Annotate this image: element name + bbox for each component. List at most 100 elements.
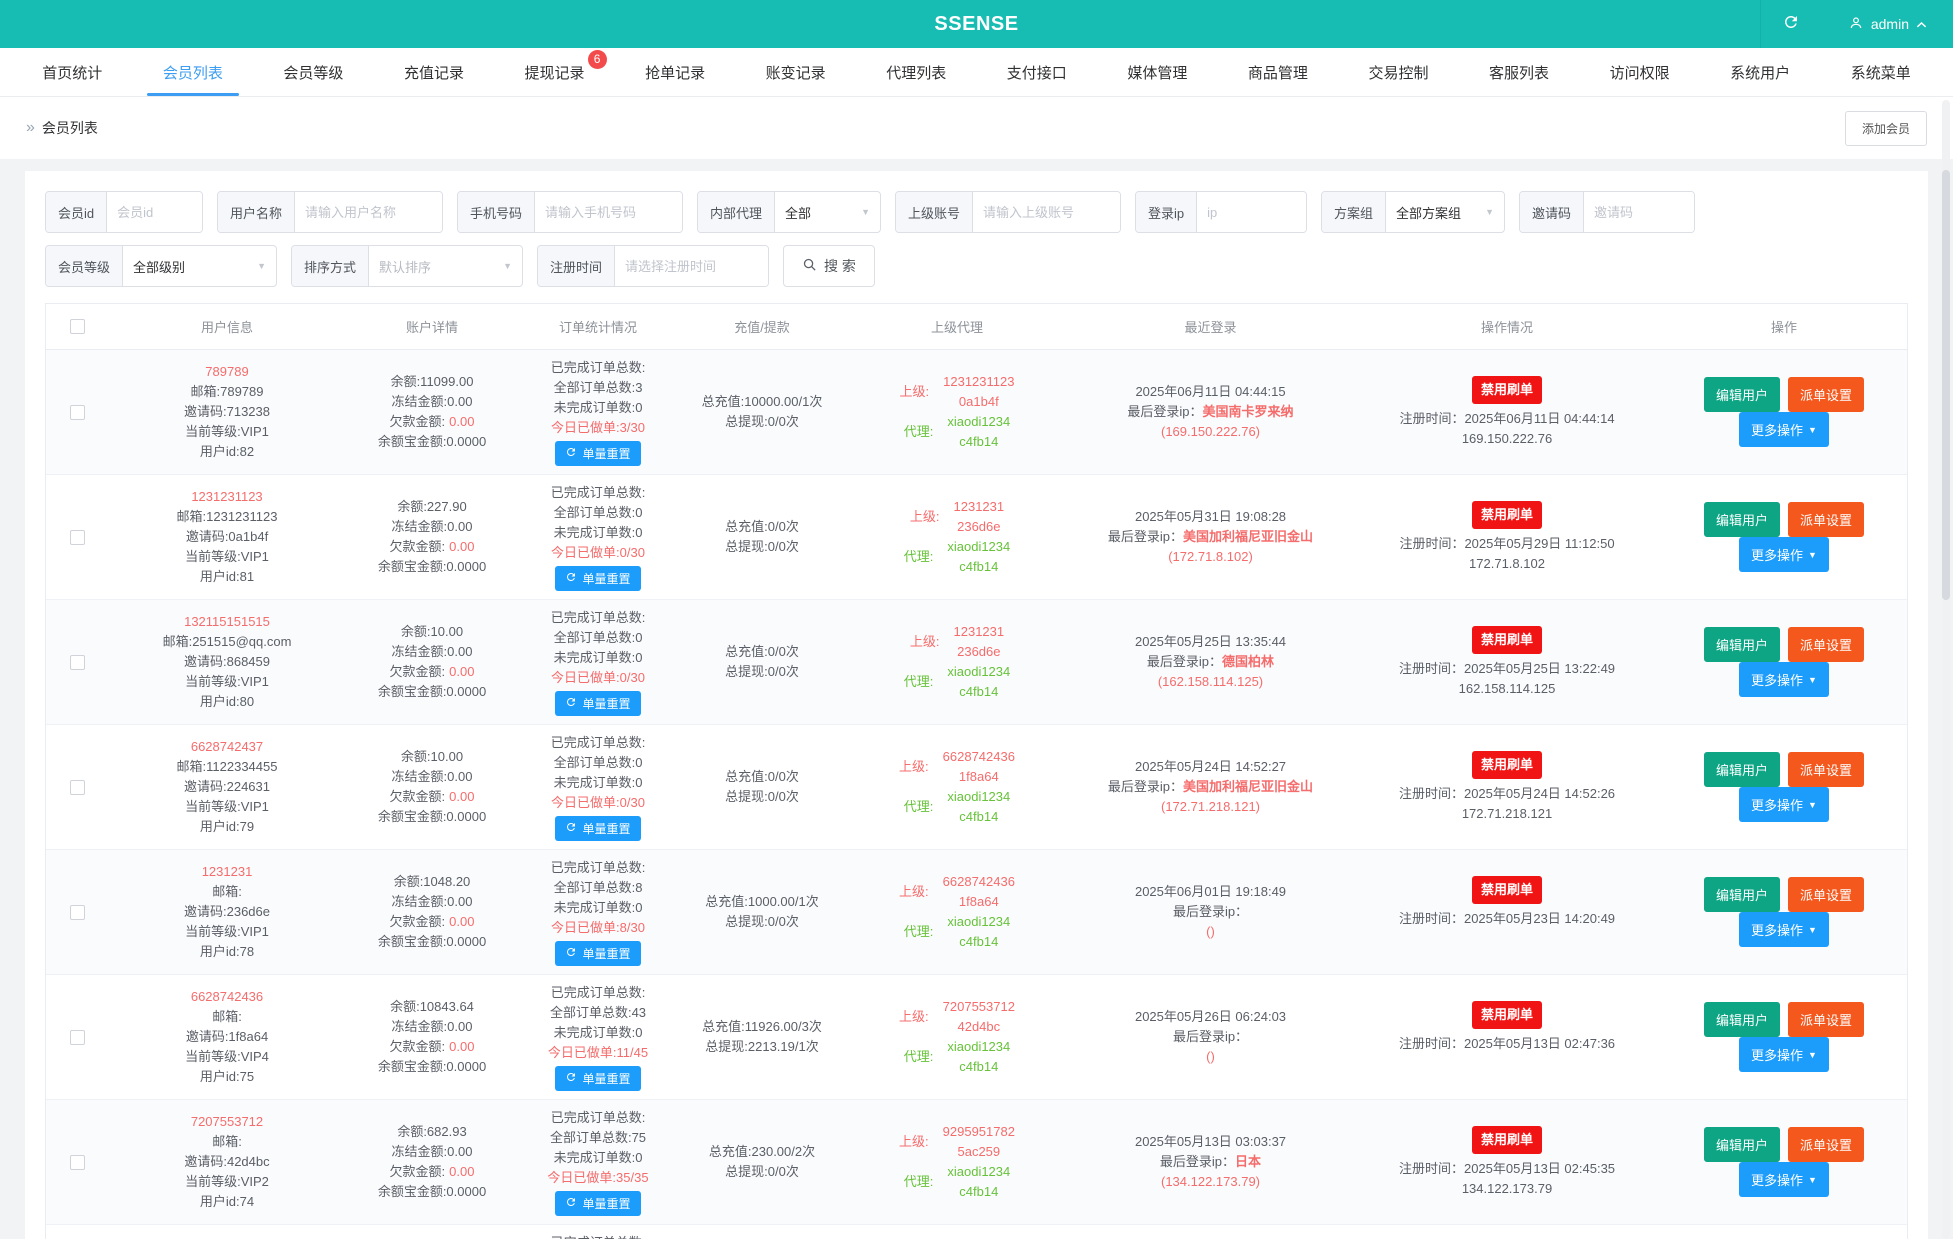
scrollbar[interactable] bbox=[1942, 100, 1950, 1239]
nav-tab-5[interactable]: 抢单记录 bbox=[615, 48, 736, 96]
add-member-button[interactable]: 添加会员 bbox=[1845, 111, 1927, 146]
dispatch-settings-button[interactable]: 派单设置 bbox=[1788, 752, 1864, 787]
nav-tab-3[interactable]: 充值记录 bbox=[374, 48, 495, 96]
edit-user-button[interactable]: 编辑用户 bbox=[1704, 627, 1780, 662]
filter-select[interactable]: 全部方案组▼ bbox=[1386, 192, 1504, 232]
user-uid: 用户id:81 bbox=[108, 567, 346, 587]
actions-cell: 编辑用户派单设置更多操作▼ bbox=[1661, 627, 1907, 697]
ban-brushing-badge[interactable]: 禁用刷单 bbox=[1472, 751, 1542, 779]
dispatch-settings-button[interactable]: 派单设置 bbox=[1788, 1002, 1864, 1037]
scrollbar-thumb[interactable] bbox=[1942, 170, 1950, 600]
user-invite: 邀请码:868459 bbox=[108, 652, 346, 672]
more-actions-button[interactable]: 更多操作▼ bbox=[1739, 787, 1829, 822]
op-status-cell: 禁用刷单注册时间：2025年05月23日 14:20:49 bbox=[1353, 876, 1661, 949]
filter-label: 会员等级 bbox=[46, 246, 123, 286]
edit-user-button[interactable]: 编辑用户 bbox=[1704, 877, 1780, 912]
filter-select[interactable]: 默认排序▼ bbox=[369, 246, 522, 286]
filter-select[interactable]: 全部▼ bbox=[775, 192, 880, 232]
nav-tab-8[interactable]: 支付接口 bbox=[977, 48, 1098, 96]
ban-brushing-badge[interactable]: 禁用刷单 bbox=[1472, 1126, 1542, 1154]
ban-brushing-badge[interactable]: 禁用刷单 bbox=[1472, 376, 1542, 404]
nav-tab-9[interactable]: 媒体管理 bbox=[1097, 48, 1218, 96]
user-menu[interactable]: admin bbox=[1822, 0, 1953, 48]
ban-brushing-badge[interactable]: 禁用刷单 bbox=[1472, 501, 1542, 529]
nav-tab-6[interactable]: 账变记录 bbox=[735, 48, 856, 96]
nav-tab-7[interactable]: 代理列表 bbox=[856, 48, 977, 96]
filter-input[interactable] bbox=[973, 192, 1120, 232]
ban-brushing-badge[interactable]: 禁用刷单 bbox=[1472, 876, 1542, 904]
reset-quota-button[interactable]: 单量重置 bbox=[555, 1191, 640, 1216]
edit-user-button[interactable]: 编辑用户 bbox=[1704, 377, 1780, 412]
nav-tab-4[interactable]: 提现记录6 bbox=[494, 48, 615, 96]
nav-tab-label-wrap: 会员等级 bbox=[283, 62, 343, 83]
nav-tab-1[interactable]: 会员列表 bbox=[133, 48, 254, 96]
nav-tab-12[interactable]: 客服列表 bbox=[1459, 48, 1580, 96]
select-all-checkbox[interactable] bbox=[70, 319, 85, 334]
more-actions-button[interactable]: 更多操作▼ bbox=[1739, 1037, 1829, 1072]
last-login-cell: 2025年05月13日 03:03:37最后登录ip：日本(134.122.17… bbox=[1068, 1132, 1353, 1192]
nav-tab-2[interactable]: 会员等级 bbox=[253, 48, 374, 96]
orders-cell: 已完成订单总数:全部订单总数:75未完成订单数:0今日已做单:35/35单量重置 bbox=[518, 1108, 678, 1216]
total-recharge: 总充值:11926.00/3次 bbox=[678, 1017, 846, 1037]
orders-total: 全部订单总数:0 bbox=[518, 503, 678, 523]
debt-line: 欠款金额:0.00 bbox=[346, 662, 518, 682]
orders-done-label: 已完成订单总数: bbox=[518, 733, 678, 753]
row-checkbox[interactable] bbox=[70, 530, 85, 545]
row-checkbox[interactable] bbox=[70, 1030, 85, 1045]
reset-quota-label: 单量重置 bbox=[582, 945, 630, 962]
notification-badge: 6 bbox=[588, 50, 607, 69]
more-actions-button[interactable]: 更多操作▼ bbox=[1739, 1162, 1829, 1197]
row-checkbox[interactable] bbox=[70, 405, 85, 420]
refresh-button[interactable] bbox=[1760, 0, 1822, 48]
more-actions-button[interactable]: 更多操作▼ bbox=[1739, 412, 1829, 447]
dispatch-settings-button[interactable]: 派单设置 bbox=[1788, 627, 1864, 662]
total-withdraw: 总提现:0/0次 bbox=[678, 412, 846, 432]
reset-quota-button[interactable]: 单量重置 bbox=[555, 816, 640, 841]
current-user-label: admin bbox=[1871, 16, 1909, 32]
orders-today: 今日已做单:11/45 bbox=[518, 1043, 678, 1063]
nav-tab-10[interactable]: 商品管理 bbox=[1218, 48, 1339, 96]
edit-user-button[interactable]: 编辑用户 bbox=[1704, 1127, 1780, 1162]
reset-quota-button[interactable]: 单量重置 bbox=[555, 566, 640, 591]
more-actions-button[interactable]: 更多操作▼ bbox=[1739, 537, 1829, 572]
nav-tab-11[interactable]: 交易控制 bbox=[1338, 48, 1459, 96]
dispatch-settings-button[interactable]: 派单设置 bbox=[1788, 502, 1864, 537]
filter-input[interactable] bbox=[1584, 192, 1694, 232]
nav-tab-0[interactable]: 首页统计 bbox=[12, 48, 133, 96]
dispatch-settings-button[interactable]: 派单设置 bbox=[1788, 877, 1864, 912]
edit-user-button[interactable]: 编辑用户 bbox=[1704, 1002, 1780, 1037]
row-checkbox[interactable] bbox=[70, 780, 85, 795]
reset-quota-button[interactable]: 单量重置 bbox=[555, 441, 640, 466]
orders-done-label: 已完成订单总数: bbox=[518, 983, 678, 1003]
filter-input[interactable] bbox=[295, 192, 442, 232]
actions-cell: 编辑用户派单设置更多操作▼ bbox=[1661, 502, 1907, 572]
nav-tab-14[interactable]: 系统用户 bbox=[1700, 48, 1821, 96]
search-button[interactable]: 搜 索 bbox=[783, 245, 875, 287]
balance: 余额:11099.00 bbox=[346, 372, 518, 392]
edit-user-button[interactable]: 编辑用户 bbox=[1704, 752, 1780, 787]
reset-quota-button[interactable]: 单量重置 bbox=[555, 941, 640, 966]
filter-label: 登录ip bbox=[1136, 192, 1197, 232]
row-checkbox[interactable] bbox=[70, 655, 85, 670]
dispatch-settings-button[interactable]: 派单设置 bbox=[1788, 1127, 1864, 1162]
filter-input[interactable] bbox=[1197, 192, 1306, 232]
agent-line: c4fb14 bbox=[959, 682, 998, 702]
more-actions-button[interactable]: 更多操作▼ bbox=[1739, 662, 1829, 697]
dispatch-settings-button[interactable]: 派单设置 bbox=[1788, 377, 1864, 412]
nav-tab-13[interactable]: 访问权限 bbox=[1579, 48, 1700, 96]
ban-brushing-badge[interactable]: 禁用刷单 bbox=[1472, 1001, 1542, 1029]
row-checkbox[interactable] bbox=[70, 1155, 85, 1170]
filter-input[interactable] bbox=[107, 192, 202, 232]
row-checkbox[interactable] bbox=[70, 905, 85, 920]
filter-select[interactable]: 全部级别▼ bbox=[123, 246, 276, 286]
reset-quota-button[interactable]: 单量重置 bbox=[555, 691, 640, 716]
filter-input[interactable] bbox=[535, 192, 682, 232]
chevron-up-icon bbox=[1916, 16, 1927, 32]
reset-quota-button[interactable]: 单量重置 bbox=[555, 1066, 640, 1091]
ban-brushing-badge[interactable]: 禁用刷单 bbox=[1472, 626, 1542, 654]
filter-input[interactable] bbox=[615, 246, 768, 286]
actions-cell: 编辑用户派单设置更多操作▼ bbox=[1661, 377, 1907, 447]
edit-user-button[interactable]: 编辑用户 bbox=[1704, 502, 1780, 537]
more-actions-button[interactable]: 更多操作▼ bbox=[1739, 912, 1829, 947]
nav-tab-15[interactable]: 系统菜单 bbox=[1820, 48, 1941, 96]
